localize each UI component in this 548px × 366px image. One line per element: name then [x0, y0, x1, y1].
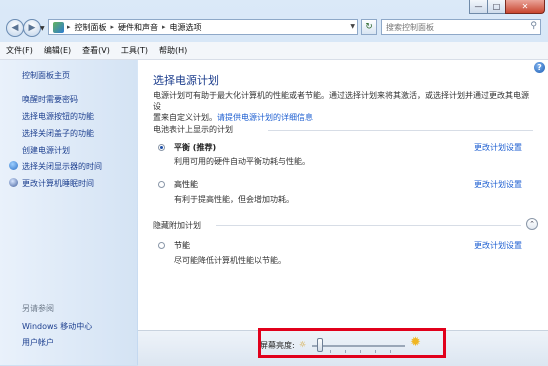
plan-details-link[interactable]: 请提供电源计划的详细信息 — [217, 113, 313, 122]
change-plan-settings-balanced[interactable]: 更改计划设置 — [474, 142, 522, 153]
plan-name-balanced[interactable]: 平衡 (推荐) — [174, 142, 216, 153]
menu-edit[interactable]: 编辑(E) — [44, 45, 71, 56]
sidebar-item-sleep-time[interactable]: 更改计算机睡眠时间 — [22, 178, 94, 189]
sidebar-item-create-plan[interactable]: 创建电源计划 — [22, 145, 70, 156]
search-icon[interactable]: ⚲ — [530, 21, 537, 31]
plan-radio-high-performance[interactable] — [158, 181, 165, 188]
maximize-button[interactable]: □ — [487, 0, 506, 14]
menu-view[interactable]: 查看(V) — [82, 45, 110, 56]
sidebar-item-display-off[interactable]: 选择关闭显示器的时间 — [22, 161, 102, 172]
plan-desc-balanced: 利用可用的硬件自动平衡功耗与性能。 — [174, 157, 310, 166]
change-plan-settings-high-performance[interactable]: 更改计划设置 — [474, 179, 522, 190]
main-content: ? 选择电源计划 电源计划可有助于最大化计算机的性能或者节能。通过选择计划来将其… — [138, 60, 548, 365]
breadcrumb-separator[interactable]: ▸ — [162, 23, 166, 31]
help-icon[interactable]: ? — [534, 62, 545, 73]
description-line2: 置来自定义计划。 — [153, 113, 217, 122]
minimize-button[interactable]: — — [469, 0, 488, 14]
search-box[interactable]: ⚲ — [381, 19, 541, 35]
sidebar-item-home[interactable]: 控制面板主页 — [22, 70, 70, 81]
breadcrumb-separator[interactable]: ▸ — [67, 23, 71, 31]
sidebar-item-user-accounts[interactable]: 用户帐户 — [22, 337, 54, 348]
breadcrumb-control-panel[interactable]: 控制面板 — [75, 22, 107, 33]
control-panel-icon — [53, 21, 64, 33]
refresh-icon[interactable]: ↻ — [361, 19, 377, 35]
breadcrumb-separator[interactable]: ▸ — [111, 23, 115, 31]
battery-meter-section-heading: 电池表计上显示的计划 — [153, 125, 233, 134]
plan-desc-power-saver: 尽可能降低计算机性能以节能。 — [174, 256, 286, 265]
sidebar-item-lid-close[interactable]: 选择关闭盖子的功能 — [22, 128, 94, 139]
plan-name-power-saver[interactable]: 节能 — [174, 240, 190, 251]
see-also-heading: 另请参阅 — [22, 304, 54, 313]
close-button[interactable]: ✕ — [505, 0, 545, 14]
plan-radio-balanced[interactable] — [158, 144, 165, 151]
sidebar-item-power-button[interactable]: 选择电源按钮的功能 — [22, 111, 94, 122]
control-panel-window: — □ ✕ ◀ ▶ ▼ ▸ 控制面板 ▸ 硬件和声音 ▸ 电源选项 ▼ ↻ ⚲ … — [0, 0, 548, 366]
page-description: 电源计划可有助于最大化计算机的性能或者节能。通过选择计划来将其激活，或选择计划并… — [153, 90, 535, 123]
history-dropdown-icon[interactable]: ▼ — [40, 25, 45, 32]
change-plan-settings-power-saver[interactable]: 更改计划设置 — [474, 240, 522, 251]
forward-arrow-icon[interactable]: ▶ — [23, 19, 41, 37]
hidden-plans-section-heading: 隐藏附加计划 — [153, 221, 201, 230]
address-bar[interactable]: ▸ 控制面板 ▸ 硬件和声音 ▸ 电源选项 ▼ — [48, 19, 358, 35]
back-arrow-icon[interactable]: ◀ — [6, 19, 24, 37]
description-line1: 电源计划可有助于最大化计算机的性能或者节能。通过选择计划来将其激活，或选择计划并… — [153, 91, 529, 111]
search-input[interactable] — [382, 20, 526, 34]
collapse-chevron-icon[interactable]: ⌃ — [526, 218, 538, 230]
navigation-bar: ◀ ▶ ▼ ▸ 控制面板 ▸ 硬件和声音 ▸ 电源选项 ▼ ↻ ⚲ — [0, 14, 548, 40]
plan-radio-power-saver[interactable] — [158, 242, 165, 249]
page-title: 选择电源计划 — [153, 74, 219, 87]
menu-help[interactable]: 帮助(H) — [159, 45, 187, 56]
divider — [268, 130, 533, 131]
breadcrumb-hardware-sound[interactable]: 硬件和声音 — [118, 22, 158, 33]
divider — [216, 225, 521, 226]
breadcrumb-power-options[interactable]: 电源选项 — [170, 22, 202, 33]
highlight-annotation-box — [258, 328, 446, 358]
plan-desc-high-performance: 有利于提高性能，但会增加功耗。 — [174, 195, 294, 204]
menu-tools[interactable]: 工具(T) — [121, 45, 148, 56]
sleep-icon — [9, 178, 18, 187]
menu-file[interactable]: 文件(F) — [6, 45, 33, 56]
menu-bar: 文件(F) 编辑(E) 查看(V) 工具(T) 帮助(H) — [0, 42, 548, 60]
sidebar-item-mobility-center[interactable]: Windows 移动中心 — [22, 321, 92, 332]
display-icon — [9, 161, 18, 170]
sidebar-item-wakeup-password[interactable]: 唤醒时需要密码 — [22, 94, 78, 105]
task-sidebar: 控制面板主页 唤醒时需要密码 选择电源按钮的功能 选择关闭盖子的功能 创建电源计… — [0, 60, 137, 365]
plan-name-high-performance[interactable]: 高性能 — [174, 179, 198, 190]
address-dropdown-icon[interactable]: ▼ — [350, 23, 355, 30]
